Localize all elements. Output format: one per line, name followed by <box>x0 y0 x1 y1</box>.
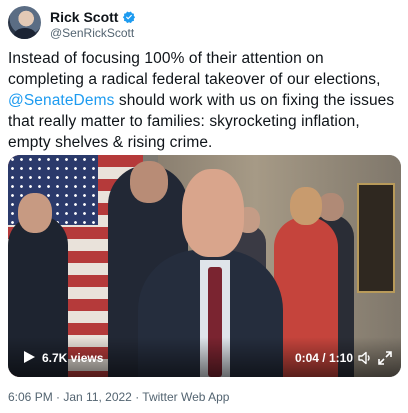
expand-icon[interactable] <box>377 350 393 366</box>
tweet-text-part1: Instead of focusing 100% of their attent… <box>8 50 381 88</box>
video-speaker-head <box>182 169 244 257</box>
tweet-text: Instead of focusing 100% of their attent… <box>8 48 402 153</box>
video-wall-sign <box>357 183 395 293</box>
author-handle[interactable]: @SenRickScott <box>50 26 134 40</box>
video-time: 0:04 / 1:10 <box>294 351 353 365</box>
play-icon[interactable] <box>22 350 36 364</box>
mention-link[interactable]: @SenateDems <box>8 92 114 109</box>
tweet-header: Rick Scott @SenRickScott <box>8 6 400 40</box>
video-views: 6.7K views <box>42 351 104 365</box>
volume-icon[interactable] <box>357 350 373 366</box>
video-player[interactable]: 6.7K views 0:04 / 1:10 <box>8 155 401 377</box>
tweet-timestamp[interactable]: 6:06 PM · Jan 11, 2022 · Twitter Web App <box>8 390 229 404</box>
avatar[interactable] <box>8 6 41 39</box>
author-name-row: Rick Scott <box>50 9 136 25</box>
author-display-name[interactable]: Rick Scott <box>50 9 118 25</box>
verified-badge-icon <box>122 10 136 24</box>
